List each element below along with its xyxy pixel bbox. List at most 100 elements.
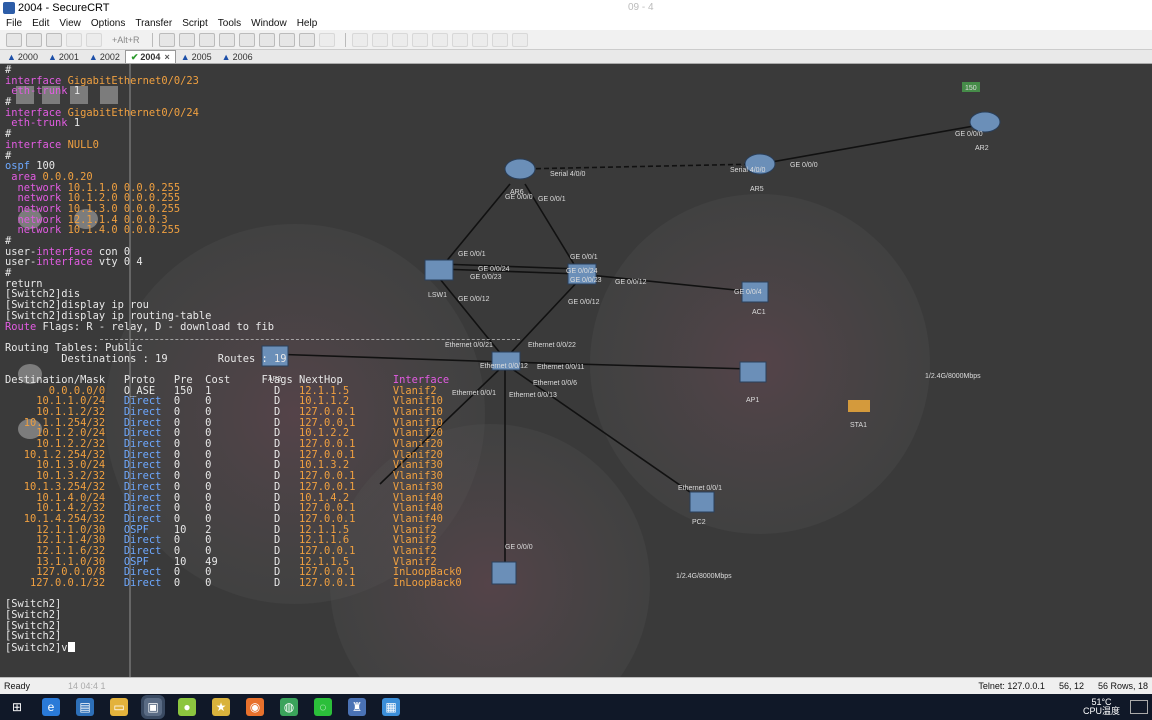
- options-icon[interactable]: [451, 32, 468, 47]
- menu-script[interactable]: Script: [182, 18, 208, 29]
- print-icon[interactable]: [218, 32, 235, 47]
- notification-icon[interactable]: [1130, 700, 1148, 714]
- cpu-temp-widget[interactable]: 51°C CPU温度: [1083, 698, 1120, 716]
- system-tray: 51°C CPU温度: [1083, 694, 1152, 720]
- svg-text:1/2.4G/8000Mbps: 1/2.4G/8000Mbps: [676, 573, 732, 580]
- record-icon[interactable]: [371, 32, 388, 47]
- svg-text:Ethernet 0/0/11: Ethernet 0/0/11: [537, 364, 584, 371]
- warning-icon: ▲: [221, 51, 231, 62]
- svg-text:AR2: AR2: [975, 145, 989, 152]
- script-icon[interactable]: [351, 32, 368, 47]
- svg-text:GE 0/0/23: GE 0/0/23: [470, 274, 502, 281]
- windows-icon[interactable]: ⊞: [8, 698, 26, 716]
- prompt-line: [Switch2]: [5, 609, 62, 622]
- terminal-line: interface NULL0: [5, 138, 99, 151]
- ensp-icon[interactable]: ♜: [348, 698, 366, 716]
- stop-icon[interactable]: [391, 32, 408, 47]
- cpu-temp-label: CPU温度: [1082, 706, 1120, 716]
- tab-label: 2002: [99, 51, 120, 62]
- terminal-line: Destinations : 19 Routes : 19: [5, 352, 287, 365]
- svg-text:PC2: PC2: [692, 519, 706, 526]
- tile-icon[interactable]: [511, 32, 528, 47]
- prompt-line: [Switch2]: [5, 598, 62, 611]
- warning-icon: ▲: [180, 51, 190, 62]
- prompt-line: [Switch2]: [5, 630, 62, 643]
- svg-text:GE 0/0/12: GE 0/0/12: [458, 296, 490, 303]
- svg-text:GE 0/0/12: GE 0/0/12: [568, 299, 600, 306]
- huawei-icon[interactable]: ●: [178, 698, 196, 716]
- map-icon[interactable]: [431, 32, 448, 47]
- securecrt-icon[interactable]: ▣: [141, 695, 165, 719]
- edge-icon[interactable]: e: [42, 698, 60, 716]
- session-tab-bar: ▲ 2000 ▲ 2001 ▲ 2002 ✔ 2004 × ▲ 2005 ▲ 2006: [0, 50, 1152, 64]
- svg-text:GE 0/0/0: GE 0/0/0: [505, 544, 533, 551]
- status-cursor: 56, 12: [1058, 681, 1084, 691]
- menu-help[interactable]: Help: [297, 18, 318, 29]
- layout-icon[interactable]: [491, 32, 508, 47]
- warning-icon: ▲: [7, 51, 16, 62]
- terminal-pane[interactable]: AR6 AR5 AR2 LSW1 AC1 AP1 AP2 PC2 STA1 Se…: [0, 64, 1152, 677]
- svg-text:GE 0/0/12: GE 0/0/12: [615, 279, 647, 286]
- prompt-line: [5, 589, 462, 600]
- session-tab-2006[interactable]: ▲ 2006: [217, 50, 258, 63]
- folder-icon[interactable]: ▭: [110, 698, 128, 716]
- menu-transfer[interactable]: Transfer: [135, 18, 172, 29]
- svg-text:Ethernet 0/0/6: Ethernet 0/0/6: [533, 380, 577, 387]
- tools-icon[interactable]: [258, 32, 275, 47]
- svg-text:GE 0/0/1: GE 0/0/1: [570, 254, 598, 261]
- toolbar-divider: [151, 32, 153, 47]
- menu-file[interactable]: File: [6, 18, 22, 29]
- sftp-icon[interactable]: [318, 32, 335, 47]
- quick-connect-icon[interactable]: [26, 32, 42, 47]
- star-icon[interactable]: ★: [212, 698, 230, 716]
- terminal-output: # interface GigabitEthernet0/0/23 eth-tru…: [5, 65, 462, 654]
- svg-text:AC1: AC1: [752, 309, 766, 316]
- terminal-line: user-interface vty 0 4: [5, 256, 143, 269]
- settings-icon[interactable]: [238, 32, 255, 47]
- route-row: 127.0.0.1/32 Direct 0 0 D 127.0.0.1 InLo…: [5, 577, 462, 589]
- find-icon[interactable]: [198, 32, 215, 47]
- connect-icon[interactable]: [6, 32, 22, 47]
- tab-label: 2005: [191, 51, 212, 62]
- prompt-line: [Switch2]v: [5, 642, 462, 653]
- terminal-line: #: [5, 149, 12, 162]
- close-tab-icon[interactable]: ×: [164, 52, 169, 62]
- disconnect-icon[interactable]: [86, 32, 102, 47]
- svg-text:GE 0/0/24: GE 0/0/24: [566, 268, 598, 275]
- toolbar-divider: [344, 32, 346, 47]
- svg-text:GE 0/0/1: GE 0/0/1: [538, 196, 566, 203]
- status-size: 56 Rows, 18: [1097, 681, 1148, 691]
- menu-view[interactable]: View: [59, 18, 81, 29]
- toolbar-hint: +Alt+R: [112, 34, 140, 45]
- firefox-icon[interactable]: ◉: [246, 698, 264, 716]
- svg-text:Serial 4/0/0: Serial 4/0/0: [730, 167, 766, 174]
- connect-tab-icon[interactable]: [46, 32, 62, 47]
- menu-window[interactable]: Window: [251, 18, 287, 29]
- log-icon[interactable]: [411, 32, 428, 47]
- svg-text:GE 0/0/0: GE 0/0/0: [955, 131, 983, 138]
- reconnect-icon[interactable]: [66, 32, 82, 47]
- menu-options[interactable]: Options: [91, 18, 125, 29]
- copy-icon[interactable]: [158, 32, 175, 47]
- help-icon[interactable]: [298, 32, 315, 47]
- session-tab-2005[interactable]: ▲ 2005: [176, 50, 217, 63]
- session-tab-2000[interactable]: ▲ 2000: [2, 50, 43, 63]
- menu-edit[interactable]: Edit: [32, 18, 49, 29]
- chrome-icon[interactable]: ◍: [280, 698, 298, 716]
- session-tab-2004[interactable]: ✔ 2004 ×: [124, 50, 176, 63]
- svg-text:GE 0/0/0: GE 0/0/0: [790, 162, 818, 169]
- session-tab-2002[interactable]: ▲ 2002: [84, 50, 125, 63]
- tab-label: 2006: [232, 51, 253, 62]
- app-icon[interactable]: ▦: [382, 698, 400, 716]
- menu-tools[interactable]: Tools: [218, 18, 241, 29]
- toolbar: +Alt+R: [0, 30, 1152, 50]
- keymap-icon[interactable]: [278, 32, 295, 47]
- svg-text:Ethernet 0/0/13: Ethernet 0/0/13: [509, 392, 557, 399]
- store-icon[interactable]: ▤: [76, 698, 94, 716]
- wechat-icon[interactable]: ◌: [314, 698, 332, 716]
- window-icon[interactable]: [471, 32, 488, 47]
- session-tab-2001[interactable]: ▲ 2001: [43, 50, 84, 63]
- paste-icon[interactable]: [178, 32, 195, 47]
- svg-text:GE 0/0/4: GE 0/0/4: [734, 289, 762, 296]
- terminal-line: eth-trunk 1: [5, 117, 81, 130]
